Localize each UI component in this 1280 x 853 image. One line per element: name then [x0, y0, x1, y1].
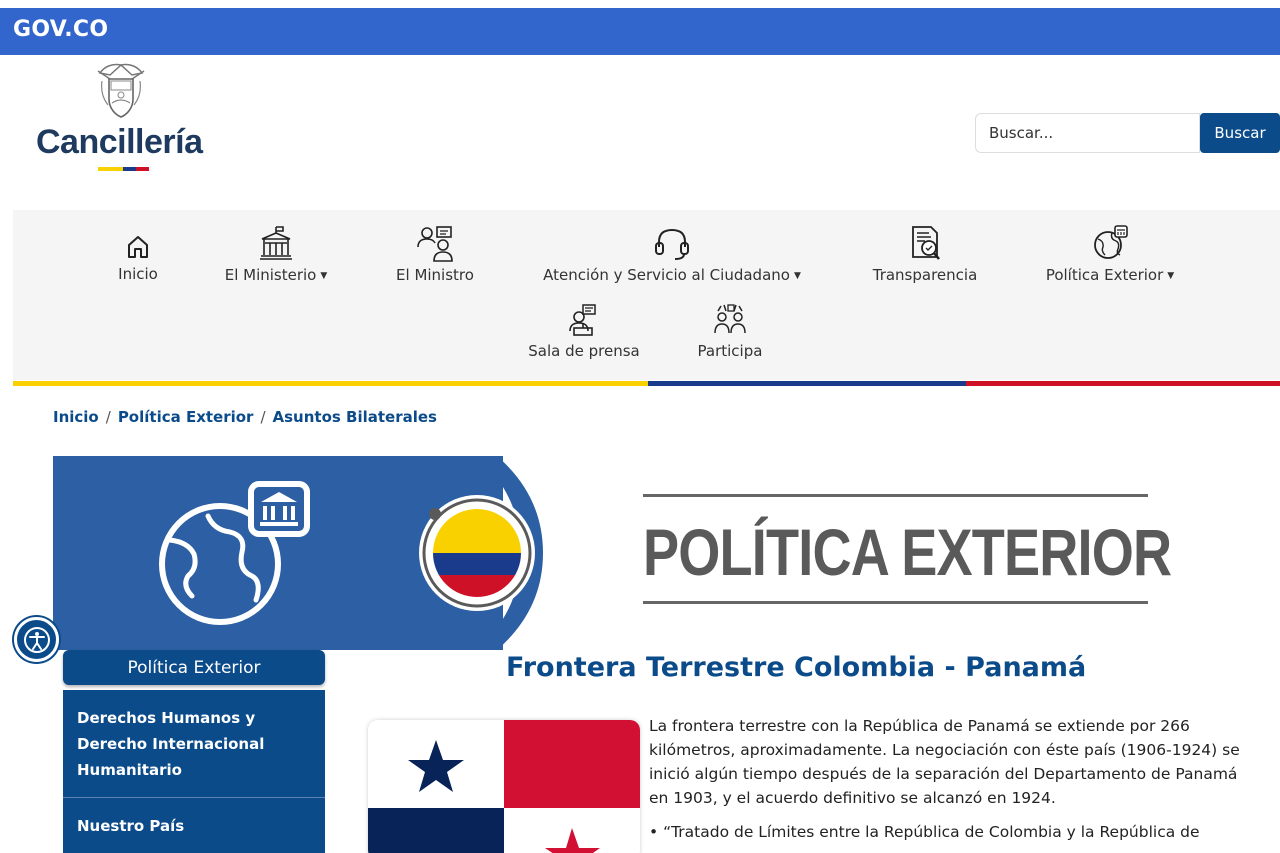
search-input[interactable]	[975, 113, 1200, 153]
breadcrumb-current[interactable]: Asuntos Bilaterales	[273, 408, 437, 426]
accessibility-icon	[23, 626, 50, 653]
article-paragraph: • “Tratado de Límites entre la República…	[649, 823, 1200, 841]
people-icon	[417, 226, 453, 262]
participation-icon	[714, 304, 746, 334]
nav-item-transparencia[interactable]: Transparencia	[865, 223, 985, 284]
banner-rule-top	[643, 494, 1148, 497]
nav-label-participa: Participa	[697, 342, 763, 360]
search-button[interactable]: Buscar	[1200, 113, 1280, 153]
nav-label-politica-exterior: Política Exterior	[1045, 266, 1164, 284]
nav-label-el-ministerio: El Ministerio	[224, 266, 317, 284]
chevron-down-icon: ▼	[793, 270, 801, 281]
nav-item-el-ministerio[interactable]: El Ministerio ▼	[211, 223, 341, 284]
accessibility-button[interactable]	[14, 617, 59, 662]
nav-label-inicio: Inicio	[118, 265, 158, 283]
brand-flag-stripe	[98, 167, 149, 171]
breadcrumb-link-inicio[interactable]: Inicio	[53, 408, 99, 426]
nav-item-participa[interactable]: Participa	[690, 303, 770, 360]
chevron-down-icon: ▼	[1167, 270, 1175, 281]
banner-title: POLÍTICA EXTERIOR	[643, 515, 1172, 589]
nav-item-inicio[interactable]: Inicio	[108, 230, 168, 283]
nav-label-sala-de-prensa: Sala de prensa	[528, 342, 640, 360]
banner-colombia-badge-icon	[419, 456, 543, 650]
breadcrumb-link-politica-exterior[interactable]: Política Exterior	[118, 408, 254, 426]
nav-label-transparencia: Transparencia	[872, 266, 978, 284]
nav-item-sala-de-prensa[interactable]: Sala de prensa	[524, 303, 644, 360]
press-icon	[569, 304, 596, 336]
nav-item-el-ministro[interactable]: El Ministro	[385, 223, 485, 284]
home-icon	[128, 236, 148, 258]
coat-of-arms-icon	[97, 63, 145, 118]
banner-globe-icon	[159, 481, 310, 625]
sidebar-item-nuestro-pais[interactable]: Nuestro País	[63, 798, 325, 853]
nav-label-atencion: Atención y Servicio al Ciudadano	[543, 266, 790, 284]
banner-rule-bottom	[643, 601, 1148, 604]
sidebar-menu: Derechos Humanos y Derecho Internacional…	[63, 690, 325, 853]
headset-icon	[655, 228, 689, 260]
politica-exterior-banner: POLÍTICA EXTERIOR	[53, 456, 1280, 650]
nav-item-atencion-ciudadano[interactable]: Atención y Servicio al Ciudadano ▼	[522, 225, 822, 284]
gov-co-bar: GOV.CO	[0, 8, 1280, 55]
gov-co-logo[interactable]: GOV.CO	[13, 17, 108, 42]
cancilleria-logo[interactable]: Cancillería	[36, 123, 203, 162]
article-body: La frontera terrestre con la República d…	[649, 714, 1249, 853]
panama-flag-image	[368, 720, 640, 853]
breadcrumb-separator: /	[105, 408, 111, 426]
main-nav: Inicio El Ministerio ▼ El Ministro Atenci…	[13, 210, 1280, 380]
sidebar-title: Política Exterior	[63, 650, 325, 685]
chevron-down-icon: ▼	[320, 270, 328, 281]
breadcrumb-separator: /	[260, 408, 266, 426]
globe-icon	[1094, 225, 1128, 259]
document-search-icon	[912, 226, 940, 260]
site-header: Cancillería Buscar	[0, 55, 1280, 210]
breadcrumb: Inicio / Política Exterior / Asuntos Bilater…	[53, 408, 437, 426]
sidebar-item-derechos-humanos[interactable]: Derechos Humanos y Derecho Internacional…	[63, 690, 325, 798]
nav-label-el-ministro: El Ministro	[396, 266, 474, 284]
nav-item-politica-exterior[interactable]: Política Exterior ▼	[1040, 223, 1180, 284]
nav-flag-stripe	[13, 381, 1280, 386]
article-paragraph: La frontera terrestre con la República d…	[649, 717, 1240, 807]
building-icon	[260, 226, 292, 260]
panama-flag-icon	[368, 720, 640, 853]
page-title: Frontera Terrestre Colombia - Panamá	[506, 652, 1087, 683]
